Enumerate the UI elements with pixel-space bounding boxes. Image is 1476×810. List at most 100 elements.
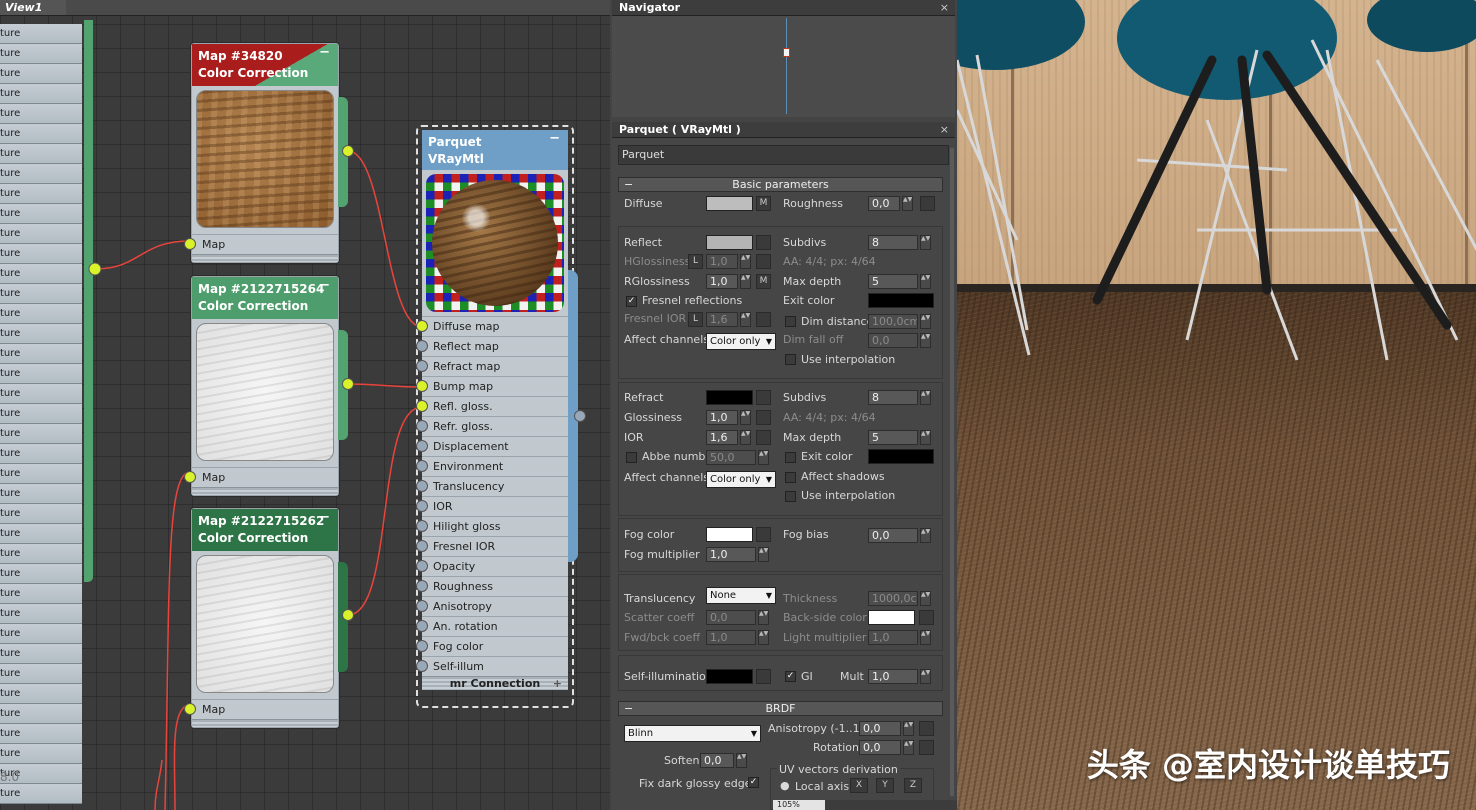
soften-value[interactable]: 0,0 xyxy=(700,753,734,768)
refract-exit-color-swatch[interactable] xyxy=(868,449,934,464)
affect-shadows-checkbox[interactable] xyxy=(785,472,796,483)
node-header[interactable]: Map #34820 Color Correction − xyxy=(192,44,338,86)
self-illumination-map-button[interactable] xyxy=(756,669,771,684)
spinner-arrows[interactable]: ▲▼ xyxy=(920,314,931,329)
gi-checkbox[interactable]: ✓ xyxy=(785,671,796,682)
close-icon[interactable]: × xyxy=(940,0,949,15)
ior-map-button[interactable] xyxy=(756,430,771,445)
axis-x-button[interactable]: X xyxy=(850,778,868,793)
spinner-arrows[interactable]: ▲▼ xyxy=(920,333,931,348)
slot-input-port[interactable] xyxy=(416,580,428,592)
material-slot[interactable]: Reflect map xyxy=(416,336,568,356)
node-2-output-port[interactable] xyxy=(342,378,354,390)
spinner-arrows[interactable]: ▲▼ xyxy=(903,740,914,755)
rollout-toggle[interactable]: − xyxy=(624,702,633,715)
refract-max-depth-value[interactable]: 5 xyxy=(868,430,918,445)
spinner-arrows[interactable]: ▲▼ xyxy=(920,430,931,445)
refract-glossiness-map-button[interactable] xyxy=(756,410,771,425)
fwd-bck-coeff-value[interactable]: 1,0 xyxy=(706,630,756,645)
roughness-map-button[interactable] xyxy=(920,196,935,211)
refract-exit-color-checkbox[interactable] xyxy=(785,452,796,463)
spinner-arrows[interactable]: ▲▼ xyxy=(758,450,769,465)
rotation-map-button[interactable] xyxy=(919,740,934,755)
rglossiness-map-button[interactable]: M xyxy=(756,274,771,289)
node-header[interactable]: Map #2122715262 Color Correction − xyxy=(192,509,338,551)
node-header[interactable]: Map #2122715264 Color Correction − xyxy=(192,277,338,319)
slot-input-port[interactable] xyxy=(416,560,428,572)
params-scrollbar[interactable] xyxy=(950,148,954,796)
basic-parameters-rollout[interactable]: − Basic parameters xyxy=(618,177,943,192)
axis-y-button[interactable]: Y xyxy=(876,778,894,793)
light-multiplier-value[interactable]: 1,0 xyxy=(868,630,918,645)
slot-input-port[interactable] xyxy=(416,400,428,412)
dim-fall-off-value[interactable]: 0,0 xyxy=(868,333,918,348)
reflect-map-button[interactable] xyxy=(756,235,771,250)
reflect-max-depth-value[interactable]: 5 xyxy=(868,274,918,289)
hglossiness-value[interactable]: 1,0 xyxy=(706,254,738,269)
fresnel-ior-map-button[interactable] xyxy=(756,312,771,327)
spinner-arrows[interactable]: ▲▼ xyxy=(740,430,751,445)
reflect-use-interpolation-checkbox[interactable] xyxy=(785,354,796,365)
material-slot[interactable]: Fresnel IOR xyxy=(416,536,568,556)
slot-input-port[interactable] xyxy=(416,440,428,452)
self-illumination-mult-value[interactable]: 1,0 xyxy=(868,669,918,684)
thickness-value[interactable]: 1000,0cm xyxy=(868,591,918,606)
slot-input-port[interactable] xyxy=(416,420,428,432)
fog-color-swatch[interactable] xyxy=(706,527,753,542)
spinner-arrows[interactable]: ▲▼ xyxy=(920,235,931,250)
material-slot[interactable]: Environment xyxy=(416,456,568,476)
params-title-bar[interactable]: Parquet ( VRayMtl ) × xyxy=(612,122,955,138)
input-port[interactable] xyxy=(184,471,196,483)
reflect-color-swatch[interactable] xyxy=(706,235,753,250)
scatter-coeff-value[interactable]: 0,0 xyxy=(706,610,756,625)
material-output-port[interactable] xyxy=(574,410,586,422)
material-slot[interactable]: Opacity xyxy=(416,556,568,576)
fog-bias-value[interactable]: 0,0 xyxy=(868,528,918,543)
material-slot[interactable]: Displacement xyxy=(416,436,568,456)
fix-dark-glossy-edges-checkbox[interactable]: ✓ xyxy=(748,777,759,788)
refract-affect-channels-dropdown[interactable]: Color only ▼ xyxy=(706,471,776,488)
spinner-arrows[interactable]: ▲▼ xyxy=(903,721,914,736)
brdf-type-dropdown[interactable]: Blinn ▼ xyxy=(624,725,761,742)
back-side-color-swatch[interactable] xyxy=(868,610,915,625)
close-icon[interactable]: × xyxy=(940,122,949,137)
material-slot[interactable]: Translucency xyxy=(416,476,568,496)
spinner-arrows[interactable]: ▲▼ xyxy=(740,254,751,269)
node-input-map[interactable]: Map xyxy=(184,234,338,254)
material-slot[interactable]: Refract map xyxy=(416,356,568,376)
spinner-arrows[interactable]: ▲▼ xyxy=(920,528,931,543)
refract-glossiness-value[interactable]: 1,0 xyxy=(706,410,738,425)
reflect-subdivs-value[interactable]: 8 xyxy=(868,235,918,250)
slot-input-port[interactable] xyxy=(416,320,428,332)
anisotropy-map-button[interactable] xyxy=(919,721,934,736)
slot-input-port[interactable] xyxy=(416,340,428,352)
slot-input-port[interactable] xyxy=(416,660,428,672)
collapse-button[interactable]: − xyxy=(319,44,330,61)
spinner-arrows[interactable]: ▲▼ xyxy=(758,610,769,625)
slot-input-port[interactable] xyxy=(416,460,428,472)
collapse-button[interactable]: − xyxy=(319,509,330,526)
slot-input-port[interactable] xyxy=(416,540,428,552)
navigator-title-bar[interactable]: Navigator × xyxy=(612,0,955,16)
slot-input-port[interactable] xyxy=(416,600,428,612)
spinner-arrows[interactable]: ▲▼ xyxy=(736,753,747,768)
roughness-value[interactable]: 0,0 xyxy=(868,196,900,211)
collapse-button[interactable]: − xyxy=(549,130,560,147)
spinner-arrows[interactable]: ▲▼ xyxy=(740,312,751,327)
refract-map-button[interactable] xyxy=(756,390,771,405)
slot-input-port[interactable] xyxy=(416,500,428,512)
vraymtl-node[interactable]: Parquet VRayMtl − Diffuse map Reflect map… xyxy=(416,130,568,690)
material-slot[interactable]: Diffuse map xyxy=(416,316,568,336)
abbe-number-checkbox[interactable] xyxy=(626,452,637,463)
refract-color-swatch[interactable] xyxy=(706,390,753,405)
rollout-toggle[interactable]: − xyxy=(624,178,633,191)
fresnel-reflections-checkbox[interactable]: ✓ xyxy=(626,296,637,307)
diffuse-map-button[interactable]: M xyxy=(756,196,771,211)
color-correction-node-2[interactable]: Map #2122715264 Color Correction − Map xyxy=(184,276,339,496)
navigator-view[interactable] xyxy=(616,18,951,114)
spinner-arrows[interactable]: ▲▼ xyxy=(920,274,931,289)
dim-distance-checkbox[interactable] xyxy=(785,316,796,327)
spinner-arrows[interactable]: ▲▼ xyxy=(758,630,769,645)
slot-input-port[interactable] xyxy=(416,380,428,392)
material-slot[interactable]: Hilight gloss xyxy=(416,516,568,536)
